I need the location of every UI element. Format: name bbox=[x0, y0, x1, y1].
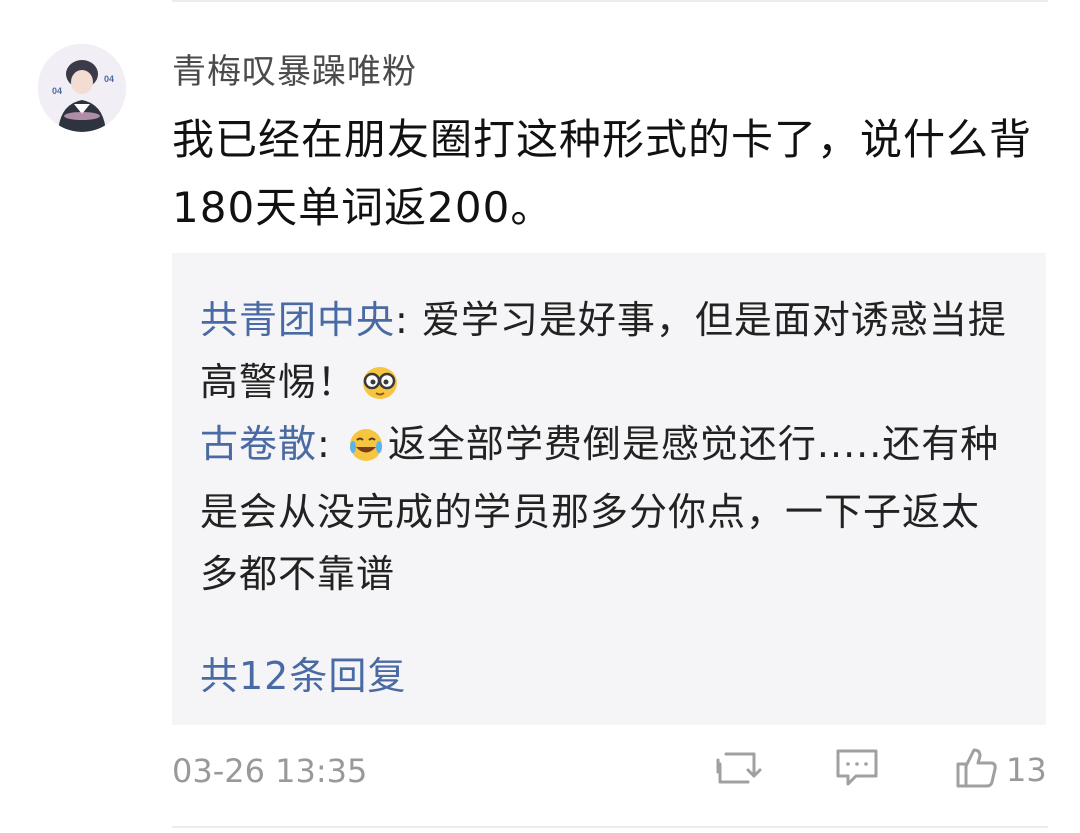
reply-author[interactable]: 古卷散 bbox=[200, 422, 317, 466]
reply-author[interactable]: 共青团中央 bbox=[200, 298, 395, 342]
like-count: 13 bbox=[1006, 751, 1047, 789]
reply-item[interactable]: 古卷散: 返全部学费倒是感觉还行.....还有种是会从没完成的学员那多分你点，一… bbox=[200, 413, 1018, 605]
comment-button[interactable] bbox=[834, 745, 880, 795]
comment-text: 我已经在朋友圈打这种形式的卡了，说什么背180天单词返200。 bbox=[172, 115, 1033, 232]
thumbs-up-icon bbox=[954, 746, 998, 794]
comment-timestamp: 03-26 13:35 bbox=[172, 752, 368, 790]
comment-icon bbox=[834, 746, 880, 794]
reply-separator: : bbox=[395, 298, 422, 342]
avatar[interactable]: 04 04 bbox=[38, 44, 126, 132]
bottom-divider bbox=[172, 826, 1048, 828]
more-replies-link[interactable]: 共12条回复 bbox=[200, 645, 406, 707]
avatar-image: 04 04 bbox=[38, 44, 126, 132]
repost-button[interactable] bbox=[712, 745, 762, 795]
reply-separator: : bbox=[317, 422, 344, 466]
glasses-face-emoji-icon bbox=[360, 357, 400, 419]
reply-box[interactable]: 共青团中央: 爱学习是好事，但是面对诱惑当提高警惕！ 古卷散: 返全部学费倒是感… bbox=[172, 253, 1046, 725]
reply-item[interactable]: 共青团中央: 爱学习是好事，但是面对诱惑当提高警惕！ bbox=[200, 289, 1018, 419]
crying-laughing-emoji-icon bbox=[348, 419, 384, 481]
top-divider bbox=[172, 0, 1048, 2]
svg-text:04: 04 bbox=[52, 86, 62, 96]
repost-icon bbox=[712, 746, 762, 794]
svg-text:04: 04 bbox=[104, 74, 114, 84]
like-button[interactable]: 13 bbox=[954, 745, 1047, 795]
username[interactable]: 青梅叹暴躁唯粉 bbox=[172, 48, 417, 96]
